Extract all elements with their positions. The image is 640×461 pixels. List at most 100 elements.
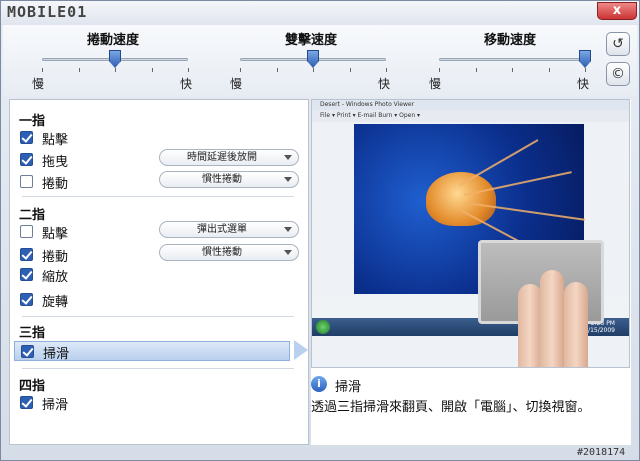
gesture-preview-panel: Desert - Windows Photo Viewer File ▾ Pri…	[311, 99, 631, 445]
slider-tick	[151, 68, 153, 72]
option-two-finger-tap[interactable]: 點擊 彈出式選單	[18, 221, 299, 242]
option-label: 旋轉	[42, 295, 69, 310]
slider-tick	[115, 68, 116, 72]
slider-tick	[276, 68, 278, 72]
preview-window-title: Desert - Windows Photo Viewer	[312, 100, 629, 110]
option-label: 點擊	[42, 227, 69, 242]
slider-slow-label: 慢	[32, 77, 45, 91]
app-logo: MOBILE01	[7, 3, 88, 21]
slider-fast-label: 快	[378, 77, 391, 91]
scroll-mode-dropdown[interactable]: 慣性捲動	[159, 244, 299, 261]
option-label: 點擊	[42, 133, 69, 148]
section-title-two-finger: 二指	[19, 208, 46, 223]
slider-slow-label: 慢	[429, 77, 442, 91]
section-divider	[22, 316, 294, 317]
slider-thumb[interactable]	[307, 50, 319, 68]
scroll-speed-slider[interactable]: 捲動速度 慢 快	[32, 29, 208, 93]
dropdown-value: 慣性捲動	[202, 174, 242, 185]
finger-illustration	[564, 282, 588, 367]
watermark-id: #2018174	[577, 447, 626, 458]
option-one-finger-scroll[interactable]: 捲動 慣性捲動	[18, 171, 299, 192]
gesture-info-title: 掃滑	[335, 380, 362, 395]
option-two-finger-scroll[interactable]: 捲動 慣性捲動	[18, 244, 299, 265]
slider-tick	[188, 68, 189, 72]
section-divider	[22, 368, 294, 369]
checkbox[interactable]	[20, 268, 33, 281]
slider-slow-label: 慢	[230, 77, 243, 91]
scroll-mode-dropdown[interactable]: 慣性捲動	[159, 171, 299, 188]
start-orb-icon	[316, 320, 330, 334]
option-three-finger-swipe[interactable]: 掃滑	[14, 341, 290, 362]
double-click-speed-slider[interactable]: 雙擊速度 慢 快	[230, 29, 406, 93]
slider-tick	[475, 68, 477, 72]
section-title-three-finger: 三指	[19, 326, 46, 341]
slider-tick	[313, 68, 314, 72]
chevron-down-icon	[284, 227, 292, 232]
preview-date: 1/15/2009	[584, 327, 615, 334]
section-title-four-finger: 四指	[19, 379, 46, 394]
checkbox[interactable]	[20, 153, 33, 166]
move-speed-slider[interactable]: 移動速度 慢 快	[429, 29, 605, 93]
copyright-icon: ©	[611, 66, 625, 82]
checkbox[interactable]	[20, 175, 33, 188]
slider-fast-label: 快	[577, 77, 590, 91]
option-two-finger-rotate[interactable]: 旋轉	[18, 290, 288, 310]
checkbox[interactable]	[21, 345, 34, 358]
slider-tick	[439, 68, 440, 72]
slider-title: 捲動速度	[86, 33, 139, 48]
chevron-down-icon	[284, 250, 292, 255]
option-two-finger-zoom[interactable]: 縮放	[18, 265, 288, 285]
drag-mode-dropdown[interactable]: 時間延遲後放開	[159, 149, 299, 166]
title-bar: MOBILE01 x	[1, 1, 639, 25]
jellyfish-tentacle	[459, 139, 539, 186]
option-label: 拖曳	[42, 155, 69, 170]
option-one-finger-drag[interactable]: 拖曳 時間延遲後放開	[18, 149, 299, 170]
jellyfish-bell	[426, 172, 496, 226]
checkbox[interactable]	[20, 248, 33, 261]
preview-menu-bar: File ▾ Print ▾ E-mail Burn ▾ Open ▾	[312, 110, 629, 122]
settings-window: MOBILE01 x 捲動速度 慢 快 雙擊速度 慢 快 移動速度 慢 快 ↺ …	[0, 0, 640, 461]
option-label: 捲動	[42, 177, 69, 192]
option-label: 掃滑	[42, 398, 69, 413]
slider-tick	[386, 68, 387, 72]
slider-tick	[240, 68, 241, 72]
section-title-one-finger: 一指	[19, 114, 46, 129]
selection-arrow	[294, 340, 308, 360]
finger-illustration	[540, 270, 564, 367]
dropdown-value: 彈出式選單	[197, 224, 247, 235]
option-label: 縮放	[42, 270, 69, 285]
slider-track[interactable]	[439, 58, 585, 61]
option-label: 捲動	[42, 250, 69, 265]
slider-tick	[78, 68, 80, 72]
slider-tick	[548, 68, 550, 72]
checkbox[interactable]	[20, 225, 33, 238]
dropdown-value: 時間延遲後放開	[187, 152, 257, 163]
dropdown-value: 慣性捲動	[202, 247, 242, 258]
checkbox[interactable]	[20, 131, 33, 144]
tap-mode-dropdown[interactable]: 彈出式選單	[159, 221, 299, 238]
chevron-down-icon	[284, 177, 292, 182]
checkbox[interactable]	[20, 396, 33, 409]
gesture-preview-image: Desert - Windows Photo Viewer File ▾ Pri…	[311, 99, 630, 368]
slider-thumb[interactable]	[579, 50, 591, 68]
slider-title: 移動速度	[483, 33, 536, 48]
close-button[interactable]: x	[597, 2, 637, 20]
reset-button[interactable]: ↺	[606, 32, 630, 56]
option-one-finger-tap[interactable]: 點擊	[18, 128, 288, 148]
info-icon: i	[311, 376, 327, 392]
option-four-finger-swipe[interactable]: 掃滑	[18, 393, 288, 413]
slider-thumb[interactable]	[109, 50, 121, 68]
finger-illustration	[518, 284, 542, 367]
speed-slider-panel: 捲動速度 慢 快 雙擊速度 慢 快 移動速度 慢 快 ↺ ©	[3, 25, 637, 97]
slider-fast-label: 快	[180, 77, 193, 91]
slider-tick	[349, 68, 351, 72]
slider-tick	[512, 68, 513, 72]
slider-title: 雙擊速度	[284, 33, 337, 48]
slider-tick	[42, 68, 43, 72]
option-label: 掃滑	[43, 347, 70, 362]
gesture-list-panel: 一指 點擊 拖曳 時間延遲後放開 捲動 慣性捲動 二指 點擊 彈出式選單 捲動 …	[9, 99, 309, 445]
reset-icon: ↺	[612, 36, 624, 52]
about-button[interactable]: ©	[606, 62, 630, 86]
chevron-down-icon	[284, 155, 292, 160]
checkbox[interactable]	[20, 293, 33, 306]
